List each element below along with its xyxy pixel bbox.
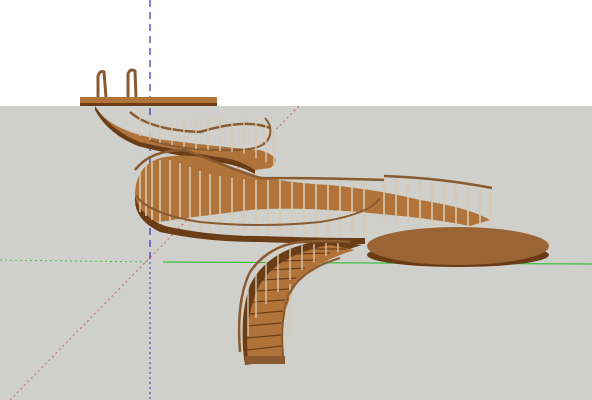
scene-canvas[interactable] [0, 0, 592, 400]
round-platform [367, 227, 549, 267]
sky-background [0, 0, 592, 106]
modeling-viewport[interactable] [0, 0, 592, 400]
